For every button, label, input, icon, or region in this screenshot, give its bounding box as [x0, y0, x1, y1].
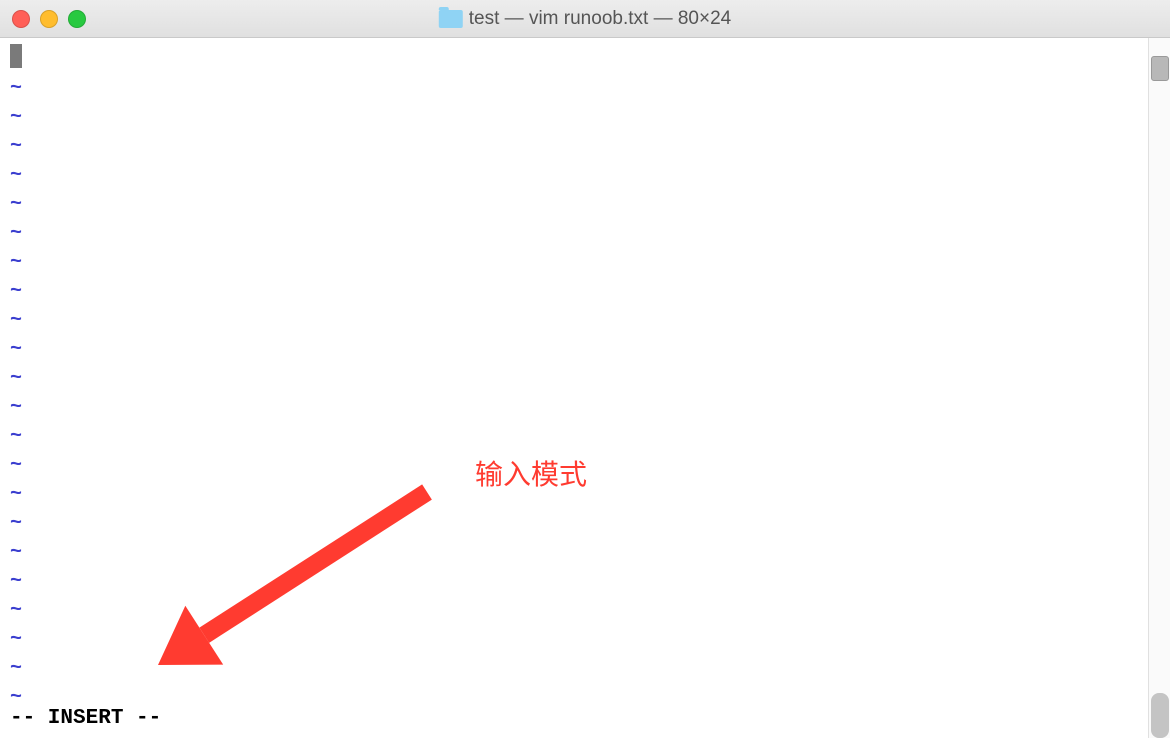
tilde-line: ~: [10, 335, 1160, 364]
tilde-line: ~: [10, 625, 1160, 654]
traffic-lights: [12, 10, 86, 28]
tilde-line: ~: [10, 393, 1160, 422]
cursor-line: [10, 44, 1160, 74]
scrollbar-indicator-icon: [1151, 56, 1169, 81]
tilde-line: ~: [10, 132, 1160, 161]
cursor-block: [10, 44, 22, 68]
tilde-line: ~: [10, 567, 1160, 596]
tilde-line: ~: [10, 161, 1160, 190]
tilde-line: ~: [10, 654, 1160, 683]
window-title: test — vim runoob.txt — 80×24: [469, 8, 731, 30]
tilde-line: ~: [10, 509, 1160, 538]
tilde-line: ~: [10, 277, 1160, 306]
window-close-button[interactable]: [12, 10, 30, 28]
tilde-line: ~: [10, 596, 1160, 625]
annotation-label: 输入模式: [475, 453, 587, 493]
tilde-line: ~: [10, 306, 1160, 335]
folder-icon: [439, 10, 463, 28]
tilde-line: ~: [10, 248, 1160, 277]
title-container: test — vim runoob.txt — 80×24: [439, 8, 731, 30]
tilde-line: ~: [10, 190, 1160, 219]
window-titlebar: test — vim runoob.txt — 80×24: [0, 0, 1170, 38]
vim-status-line: -- INSERT --: [10, 704, 161, 734]
tilde-line: ~: [10, 683, 1160, 712]
tilde-line: ~: [10, 74, 1160, 103]
tilde-line: ~: [10, 422, 1160, 451]
terminal-content[interactable]: ~~~~~~~~~~~~~~~~~~~~~~ -- INSERT --: [0, 38, 1170, 738]
window-minimize-button[interactable]: [40, 10, 58, 28]
vertical-scrollbar[interactable]: [1148, 38, 1170, 738]
tilde-line: ~: [10, 364, 1160, 393]
window-zoom-button[interactable]: [68, 10, 86, 28]
tilde-line: ~: [10, 538, 1160, 567]
scrollbar-thumb[interactable]: [1151, 693, 1169, 738]
tilde-line: ~: [10, 219, 1160, 248]
tilde-line: ~: [10, 103, 1160, 132]
